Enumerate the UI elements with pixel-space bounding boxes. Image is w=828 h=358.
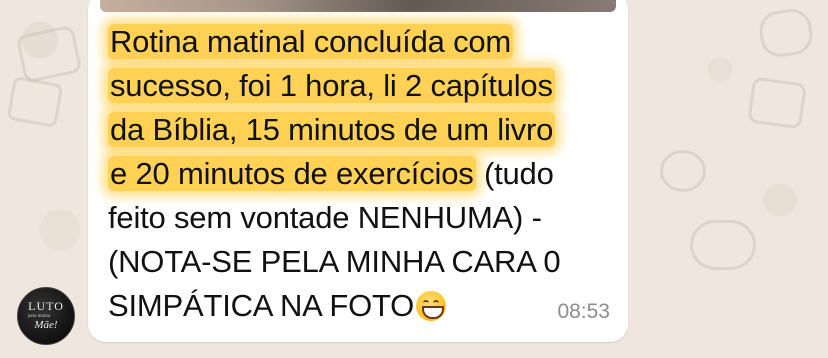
wallpaper-doodle (15, 24, 83, 84)
message-timestamp: 08:53 (557, 300, 610, 323)
plain-text: (NOTA-SE PELA MINHA CARA 0 (108, 244, 561, 279)
wallpaper-doodle (690, 220, 756, 270)
message-line: SIMPÁTICA NA FOTO (108, 284, 613, 328)
plain-text: SIMPÁTICA NA FOTO (108, 288, 415, 323)
highlighted-text: da Bíblia, 15 minutos de um livro (108, 112, 556, 147)
highlighted-text: sucesso, foi 1 hora, li 2 capítulos (108, 68, 555, 103)
attached-photo-edge[interactable] (100, 0, 616, 12)
highlighted-text: e 20 minutos de exercícios (108, 156, 476, 191)
message-text: Rotina matinal concluída com sucesso, fo… (108, 20, 613, 328)
message-line: e 20 minutos de exercícios (tudo (108, 152, 613, 196)
avatar-text-line1: LUTO (28, 299, 64, 313)
avatar-text-line3: Mãe! (34, 319, 58, 331)
message-line: sucesso, foi 1 hora, li 2 capítulos (108, 64, 613, 108)
message-line: feito sem vontade NENHUMA) - (108, 196, 613, 240)
wallpaper-doodle (747, 76, 807, 130)
wallpaper-doodle (6, 75, 64, 129)
wallpaper-doodle (660, 150, 706, 192)
wallpaper-doodle (757, 6, 815, 60)
sender-avatar[interactable]: LUTO pela minha Mãe! (17, 287, 75, 345)
grinning-face-emoji-icon (416, 291, 447, 321)
message-line: da Bíblia, 15 minutos de um livro (108, 108, 613, 152)
message-bubble[interactable]: Rotina matinal concluída com sucesso, fo… (88, 0, 628, 342)
plain-text: feito sem vontade NENHUMA) - (108, 200, 542, 235)
plain-text: (tudo (475, 156, 554, 191)
message-line: Rotina matinal concluída com (108, 20, 613, 64)
highlighted-text: Rotina matinal concluída com (108, 24, 514, 59)
message-line: (NOTA-SE PELA MINHA CARA 0 (108, 240, 613, 284)
